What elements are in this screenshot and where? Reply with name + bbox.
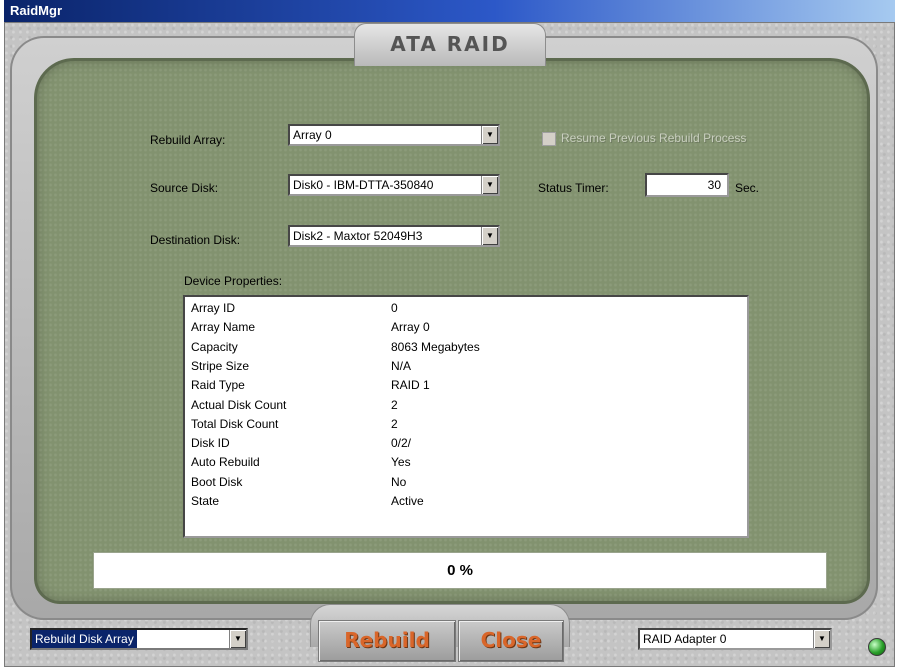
resume-rebuild-label: Resume Previous Rebuild Process: [561, 131, 747, 145]
property-row: Array Name Array 0: [185, 318, 747, 338]
status-timer-unit: Sec.: [735, 181, 760, 195]
property-value: 8063 Megabytes: [391, 339, 480, 354]
property-name: Boot Disk: [191, 474, 243, 489]
rebuild-array-value: Array 0: [293, 128, 332, 142]
chevron-down-icon[interactable]: ▼: [813, 630, 830, 648]
property-row: Auto Rebuild Yes: [185, 453, 747, 473]
property-row: Stripe Size N/A: [185, 357, 747, 377]
property-value: No: [391, 474, 407, 489]
mode-select-value: Rebuild Disk Array: [32, 630, 137, 648]
property-value: 2: [391, 397, 398, 412]
progress-percent: 0 %: [447, 562, 473, 579]
chevron-down-icon[interactable]: ▼: [229, 630, 246, 648]
property-row: Raid Type RAID 1: [185, 376, 747, 396]
property-row: Boot Disk No: [185, 473, 747, 493]
property-value: 2: [391, 416, 398, 431]
rebuild-progress-bar: 0 %: [93, 552, 827, 589]
status-timer-label: Status Timer:: [538, 181, 609, 195]
resume-rebuild-checkbox[interactable]: [542, 132, 556, 146]
property-name: Auto Rebuild: [191, 455, 260, 470]
property-name: Array Name: [191, 320, 256, 335]
source-disk-value: Disk0 - IBM-DTTA-350840: [293, 178, 434, 192]
property-row: Capacity 8063 Megabytes: [185, 338, 747, 358]
destination-disk-value: Disk2 - Maxtor 52049H3: [293, 229, 423, 243]
property-value: 0/2/: [391, 436, 412, 451]
property-value: RAID 1: [391, 378, 430, 393]
header-title: ATA RAID: [354, 23, 546, 66]
property-row: Total Disk Count 2: [185, 415, 747, 435]
status-timer-input[interactable]: 30: [645, 173, 729, 197]
chevron-down-icon[interactable]: ▼: [481, 227, 498, 245]
property-value: Array 0: [391, 320, 430, 335]
property-value: Active: [391, 494, 424, 508]
property-name: Raid Type: [191, 378, 245, 393]
property-name: Array ID: [191, 301, 236, 315]
device-properties-label: Device Properties:: [184, 274, 283, 288]
mode-select[interactable]: Rebuild Disk Array ▼: [30, 628, 248, 650]
source-disk-label: Source Disk:: [150, 181, 219, 195]
property-name: State: [191, 494, 220, 508]
window-title: RaidMgr: [4, 0, 895, 22]
status-led-icon: [868, 638, 886, 656]
property-name: Stripe Size: [191, 358, 250, 373]
property-name: Actual Disk Count: [191, 397, 287, 412]
property-row: Array ID 0: [185, 299, 747, 319]
rebuild-button[interactable]: Rebuild: [318, 620, 456, 662]
property-row: Actual Disk Count 2: [185, 396, 747, 416]
rebuild-array-select[interactable]: Array 0 ▼: [288, 124, 500, 146]
property-value: Yes: [391, 455, 411, 470]
property-value: N/A: [391, 358, 412, 373]
adapter-select[interactable]: RAID Adapter 0 ▼: [638, 628, 832, 650]
source-disk-select[interactable]: Disk0 - IBM-DTTA-350840 ▼: [288, 174, 500, 196]
property-row: State Active: [185, 492, 747, 512]
property-row: Disk ID 0/2/: [185, 434, 747, 454]
chevron-down-icon[interactable]: ▼: [481, 126, 498, 144]
property-name: Capacity: [191, 339, 238, 354]
adapter-select-value: RAID Adapter 0: [643, 632, 727, 646]
property-name: Total Disk Count: [191, 416, 279, 431]
close-button[interactable]: Close: [458, 620, 564, 662]
chevron-down-icon[interactable]: ▼: [481, 176, 498, 194]
destination-disk-select[interactable]: Disk2 - Maxtor 52049H3 ▼: [288, 225, 500, 247]
device-properties-list[interactable]: Array ID 0 Array Name Array 0 Capacity 8063 M…: [183, 295, 749, 538]
property-value: 0: [391, 301, 398, 315]
destination-disk-label: Destination Disk:: [150, 233, 241, 247]
rebuild-array-label: Rebuild Array:: [150, 133, 226, 147]
property-name: Disk ID: [191, 436, 230, 451]
